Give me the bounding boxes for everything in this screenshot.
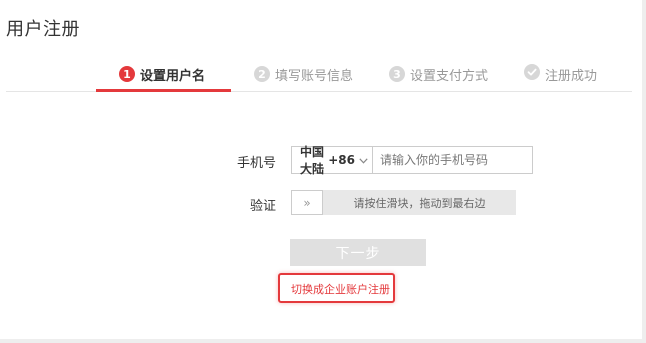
check-circle-icon — [524, 64, 540, 84]
region-name: 中国大陆 — [300, 145, 325, 176]
step-4: 注册成功 — [524, 64, 597, 84]
step-1: 1 设置用户名 — [119, 64, 205, 84]
active-step-underline — [96, 89, 231, 92]
slider-handle[interactable]: » — [291, 190, 323, 215]
step-3-number: 3 — [389, 66, 405, 82]
page-title: 用户注册 — [6, 19, 80, 40]
switch-to-business-link[interactable]: 切换成企业账户注册 — [291, 281, 390, 297]
registration-card: 用户注册 1 设置用户名 2 填写账号信息 3 设置支付方式 注册成功 手机号 — [0, 0, 646, 343]
step-1-number: 1 — [119, 66, 135, 82]
slider-captcha: » 请按住滑块，拖动到最右边 — [291, 190, 516, 215]
chevron-down-icon — [359, 153, 368, 167]
phone-field-group: 中国大陆 +86 — [291, 145, 533, 176]
step-1-label: 设置用户名 — [140, 68, 206, 84]
step-2-label: 填写账号信息 — [275, 68, 354, 84]
step-3: 3 设置支付方式 — [389, 64, 488, 84]
step-2: 2 填写账号信息 — [254, 64, 353, 84]
verify-label: 验证 — [249, 199, 276, 214]
region-select[interactable]: 中国大陆 +86 — [292, 145, 373, 176]
step-4-label: 注册成功 — [545, 68, 598, 84]
next-step-button[interactable]: 下一步 — [290, 239, 426, 266]
phone-input[interactable] — [373, 147, 532, 173]
step-2-number: 2 — [254, 66, 270, 82]
phone-label: 手机号 — [236, 156, 276, 171]
slider-hint: 请按住滑块，拖动到最右边 — [353, 196, 486, 210]
region-code: +86 — [328, 153, 355, 167]
step-3-label: 设置支付方式 — [410, 68, 489, 84]
step-indicator: 1 设置用户名 2 填写账号信息 3 设置支付方式 注册成功 — [0, 55, 642, 92]
